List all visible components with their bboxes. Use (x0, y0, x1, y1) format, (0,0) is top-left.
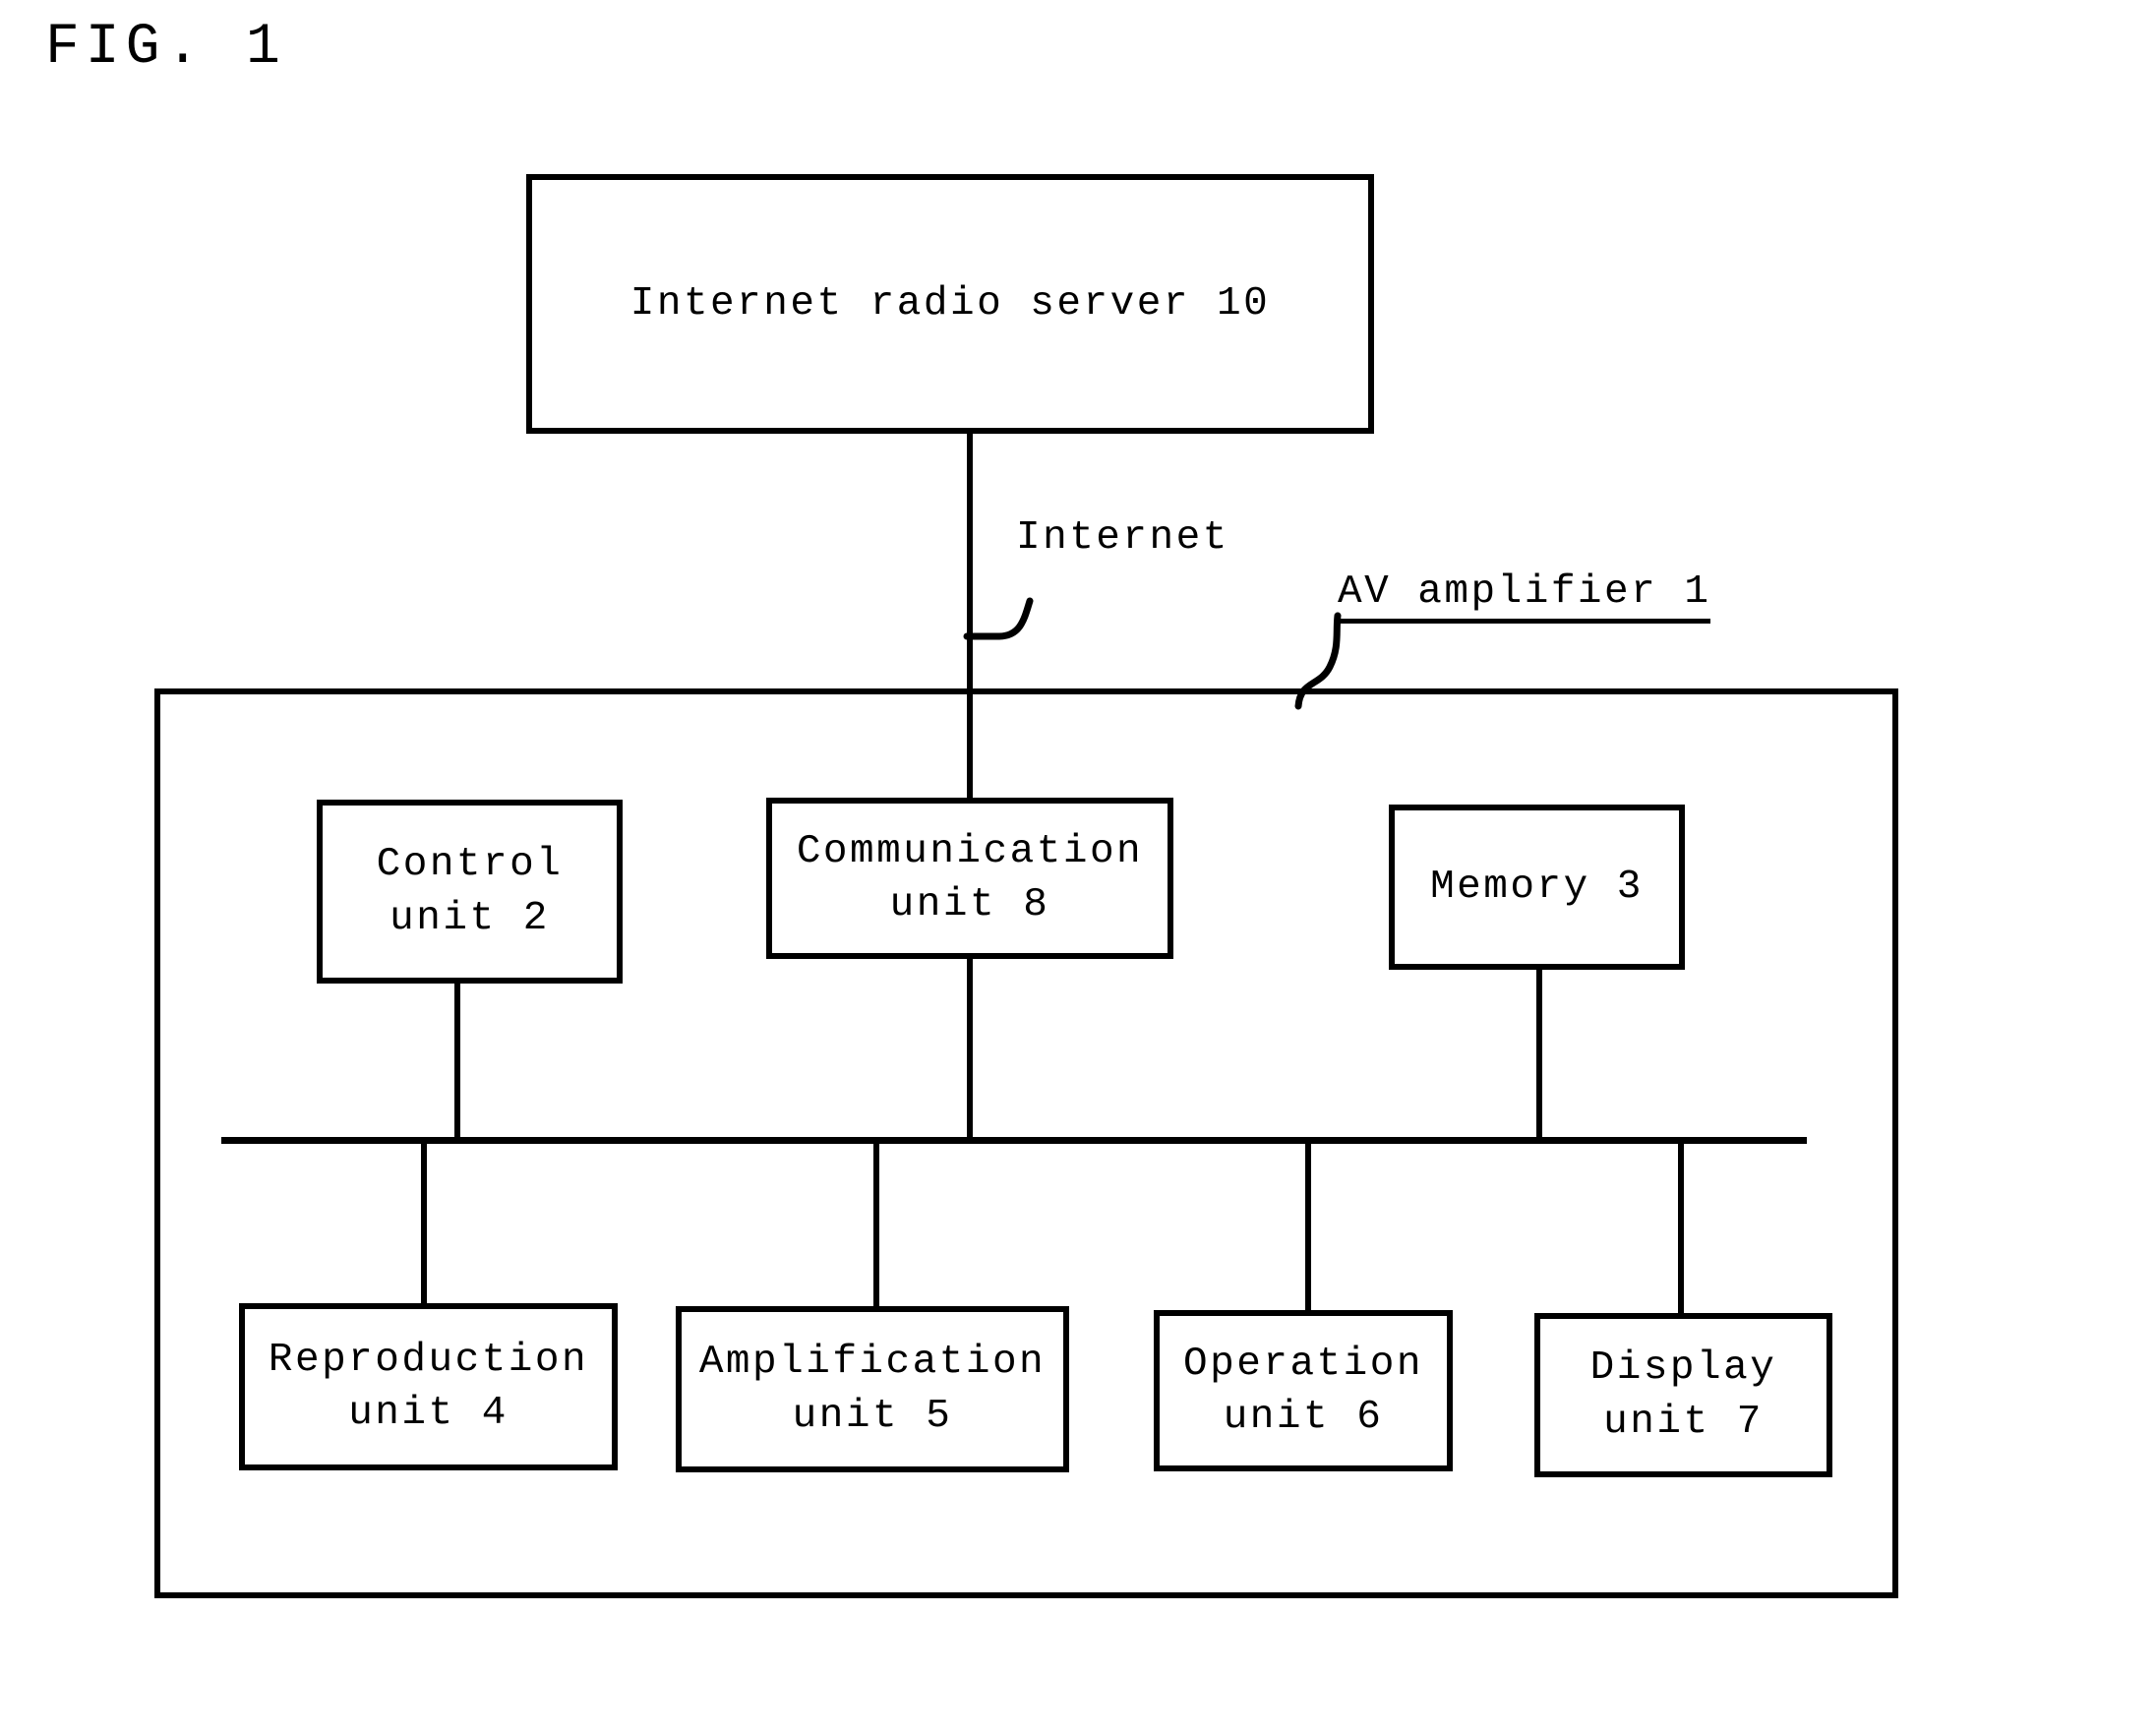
operation-unit-box: Operation unit 6 (1154, 1310, 1453, 1471)
communication-unit-label: Communication unit 8 (796, 828, 1144, 927)
internal-bus-line (221, 1137, 1807, 1144)
memory-label: Memory 3 (1430, 864, 1644, 910)
control-unit-box: Control unit 2 (317, 800, 623, 984)
internet-leader-curve (963, 597, 1034, 640)
amplification-unit-label: Amplification unit 5 (698, 1340, 1047, 1439)
amplification-unit-box: Amplification unit 5 (676, 1306, 1069, 1472)
communication-unit-box: Communication unit 8 (766, 798, 1173, 959)
reproduction-unit-label: Reproduction unit 4 (268, 1337, 589, 1436)
internet-label: Internet (1016, 515, 1229, 561)
operation-unit-bus-stub (1305, 1141, 1311, 1310)
amplification-unit-bus-stub (873, 1141, 879, 1306)
av-amplifier-label: AV amplifier 1 (1338, 572, 1711, 624)
communication-unit-bus-stub (967, 959, 973, 1141)
control-unit-bus-stub (454, 984, 460, 1141)
memory-bus-stub (1536, 970, 1542, 1141)
display-unit-box: Display unit 7 (1534, 1313, 1832, 1477)
internet-radio-server-label: Internet radio server 10 (629, 280, 1271, 327)
figure-canvas: FIG. 1 Internet radio server 10 Internet… (0, 0, 2156, 1733)
reproduction-unit-bus-stub (421, 1141, 427, 1303)
reproduction-unit-box: Reproduction unit 4 (239, 1303, 618, 1470)
display-unit-label: Display unit 7 (1589, 1345, 1777, 1445)
figure-title: FIG. 1 (45, 16, 286, 80)
operation-unit-label: Operation unit 6 (1183, 1341, 1423, 1440)
display-unit-bus-stub (1678, 1141, 1684, 1313)
control-unit-label: Control unit 2 (376, 842, 564, 941)
internet-radio-server-box: Internet radio server 10 (526, 174, 1374, 434)
memory-box: Memory 3 (1389, 805, 1685, 970)
